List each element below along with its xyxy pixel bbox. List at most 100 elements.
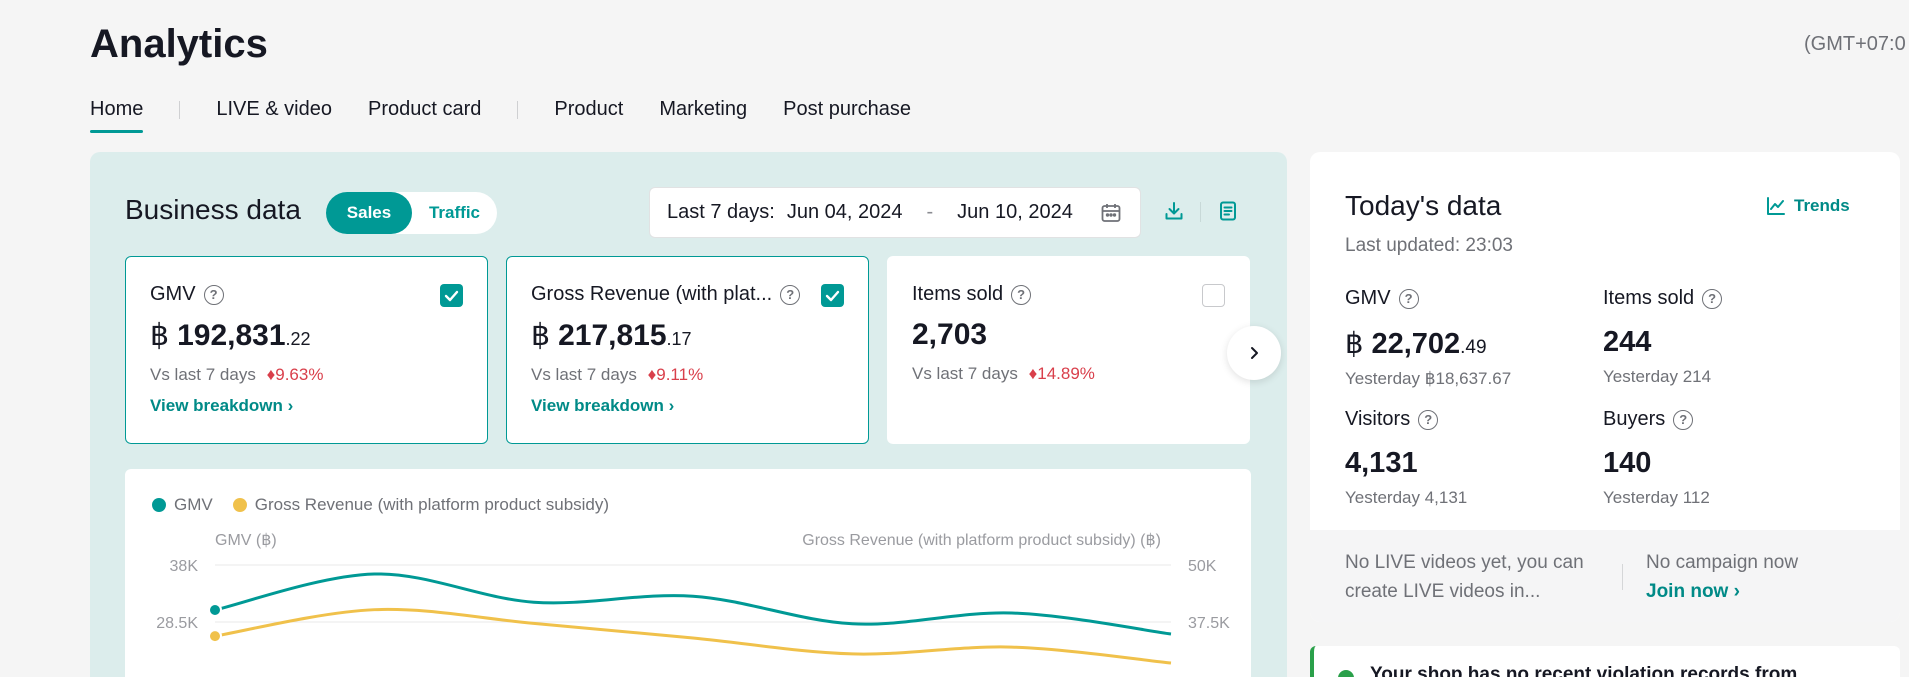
help-icon[interactable]: ? [780,284,801,305]
down-arrow-icon: ♦ [266,365,276,384]
compare-label: Vs last 7 days [150,365,256,384]
tab-product[interactable]: Product [554,98,623,121]
metric-value: 2,703 [912,318,1225,352]
report-icon[interactable] [1217,200,1239,222]
value-integer: 22,702 [1371,328,1461,360]
toolbar-divider [1200,202,1201,222]
join-now-link[interactable]: Join now › [1646,577,1798,606]
metric-label: GMV [1345,287,1391,309]
y-right-tick: 50K [1188,558,1217,575]
tab-marketing[interactable]: Marketing [659,98,747,121]
metric-header: Items sold ? [912,283,1225,306]
metric-label: Buyers [1603,408,1666,430]
legend-item-gross-revenue[interactable]: Gross Revenue (with platform product sub… [232,495,610,515]
yesterday-value: Yesterday 4,131 [1345,488,1468,507]
metric-checkbox[interactable] [1202,284,1225,307]
business-data-title: Business data [125,194,301,225]
value-integer: 140 [1603,447,1652,479]
sales-traffic-toggle: Sales Traffic [326,192,497,234]
down-arrow-icon: ♦ [647,365,657,384]
help-icon[interactable]: ? [1702,288,1723,309]
calendar-icon[interactable] [1100,202,1122,230]
legend-label: GMV [174,495,213,514]
metric-label: GMV [150,283,196,305]
metric-card-gross-revenue[interactable]: Gross Revenue (with plat... ? ฿ 217,815.1… [506,256,869,444]
y-axis-left-title: GMV (฿) [215,532,277,549]
trends-link[interactable]: Trends [1766,196,1850,216]
tab-divider [517,100,519,119]
compare-label: Vs last 7 days [912,364,1018,383]
help-icon[interactable]: ? [1673,409,1694,430]
yesterday-value: Yesterday 214 [1603,367,1712,386]
footer-divider [1622,564,1623,590]
metric-value: ฿ 192,831.22 [150,318,463,353]
change-value: 9.63% [275,365,324,384]
trend-chart-icon [1767,197,1785,215]
legend-dot [232,498,247,512]
metric-card-gmv[interactable]: GMV ? ฿ 192,831.22 Vs last 7 days ♦9.63% … [125,256,488,444]
help-icon[interactable]: ? [203,284,224,305]
value-integer: 192,831 [177,319,286,352]
legend-label: Gross Revenue (with platform product sub… [254,495,610,514]
date-separator: - [926,201,934,223]
view-breakdown-link[interactable]: View breakdown › [531,396,844,416]
todays-data-panel: Today's data Last updated: 23:03 Trends … [1310,152,1900,622]
tab-live-video[interactable]: LIVE & video [216,98,332,121]
metric-compare: Vs last 7 days ♦9.63% [150,365,463,385]
compare-label: Vs last 7 days [531,365,637,384]
download-icon[interactable] [1163,200,1185,222]
today-metric-items-sold: Items sold? 244 Yesterday 214 [1603,287,1723,387]
help-icon[interactable]: ? [1418,409,1439,430]
chevron-right-icon [1251,347,1258,359]
timezone-label: (GMT+07:0 [1804,33,1906,55]
gmv-series-line [214,572,1172,636]
metric-checkbox[interactable] [821,284,844,307]
business-data-panel: Business data Sales Traffic Last 7 days:… [90,152,1287,677]
date-range-picker[interactable]: Last 7 days: Jun 04, 2024 - Jun 10, 2024 [649,187,1141,238]
traffic-toggle-button[interactable]: Traffic [412,192,497,234]
date-end: Jun 10, 2024 [957,201,1073,223]
date-start: Jun 04, 2024 [786,201,903,223]
help-icon[interactable]: ? [1398,288,1419,309]
metric-compare: Vs last 7 days ♦9.11% [531,365,844,385]
value-integer: 2,703 [912,318,988,351]
help-icon[interactable]: ? [1011,284,1032,305]
metric-value: ฿ 217,815.17 [531,318,844,353]
page-title: Analytics [90,22,268,66]
view-breakdown-link[interactable]: View breakdown › [150,396,463,416]
metric-label: Items sold [912,283,1004,305]
y-left-tick: 28.5K [156,615,198,632]
status-ok-icon [1338,670,1354,677]
tab-home[interactable]: Home [90,98,144,133]
legend-dot [152,498,166,512]
yesterday-value: Yesterday 112 [1603,488,1710,507]
analytics-tabs: Home LIVE & video Product card Product M… [90,98,947,133]
currency-symbol: ฿ [150,319,170,352]
violation-status-card: Your shop has no recent violation record… [1310,646,1900,677]
next-metrics-button[interactable] [1227,326,1281,380]
last-updated: Last updated: 23:03 [1345,235,1513,256]
value-decimal: .22 [285,329,311,349]
currency-symbol: ฿ [1345,328,1364,360]
metric-header: Gross Revenue (with plat... ? [531,283,844,306]
y-left-tick: 38K [170,558,199,575]
legend-item-gmv[interactable]: GMV [152,495,213,515]
metric-card-items-sold[interactable]: Items sold ? 2,703 Vs last 7 days ♦14.89… [887,256,1250,444]
trend-chart-card: 38K 28.5K 50K 37.5K GMV Gross Revenue (with… [125,469,1251,677]
metric-compare: Vs last 7 days ♦14.89% [912,364,1225,384]
tab-product-card[interactable]: Product card [368,98,481,121]
today-metric-buyers: Buyers? 140 Yesterday 112 [1603,408,1710,508]
violation-text: Your shop has no recent violation record… [1370,664,1798,677]
y-right-tick: 37.5K [1188,615,1230,632]
todays-data-title: Today's data [1345,190,1502,221]
metric-header: GMV ? [150,283,463,306]
change-indicator: ♦14.89% [1029,364,1095,383]
today-footer: No LIVE videos yet, you can create LIVE … [1310,530,1900,622]
sales-toggle-button[interactable]: Sales [326,192,412,234]
yesterday-value: Yesterday ฿18,637.67 [1345,369,1512,388]
change-indicator: ♦9.63% [267,365,324,384]
metric-checkbox[interactable] [440,284,463,307]
value-integer: 244 [1603,326,1652,358]
down-arrow-icon: ♦ [1028,364,1038,383]
tab-post-purchase[interactable]: Post purchase [783,98,911,121]
